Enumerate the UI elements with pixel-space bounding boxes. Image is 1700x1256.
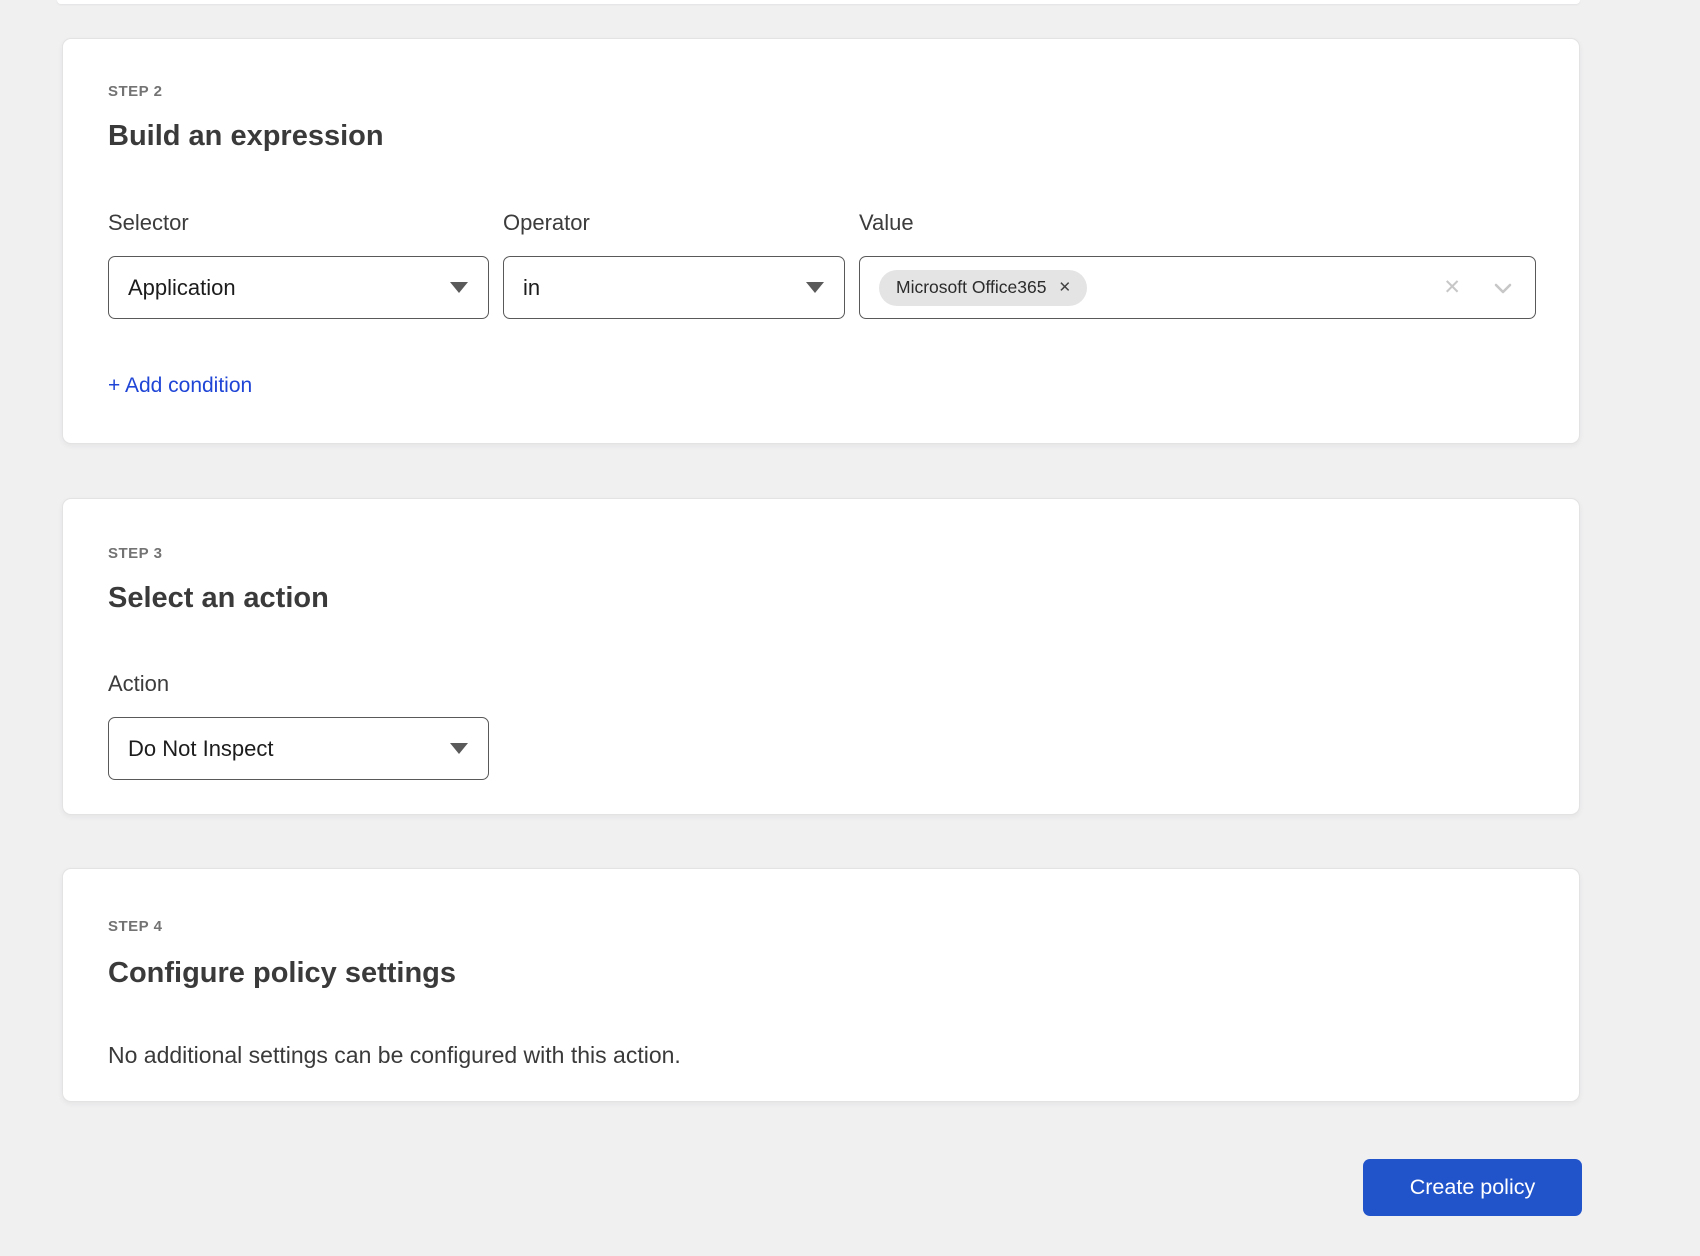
step2-card: STEP 2 Build an expression Selector Appl… [62, 38, 1580, 444]
value-field-label: Value [859, 210, 1536, 236]
selector-field-label: Selector [108, 210, 489, 236]
selector-dropdown[interactable]: Application [108, 256, 489, 319]
action-dropdown[interactable]: Do Not Inspect [108, 717, 489, 780]
step4-card: STEP 4 Configure policy settings No addi… [62, 868, 1580, 1102]
step2-label: STEP 2 [108, 83, 1534, 101]
step4-label: STEP 4 [108, 918, 1534, 936]
step3-card: STEP 3 Select an action Action Do Not In… [62, 498, 1580, 815]
dropdown-arrow-icon [450, 743, 468, 754]
step4-title: Configure policy settings [108, 956, 1534, 990]
operator-field: Operator in [503, 210, 845, 319]
tag-remove-icon[interactable]: ✕ [1058, 280, 1071, 295]
dropdown-arrow-icon [450, 282, 468, 293]
selector-dropdown-value: Application [128, 275, 236, 301]
operator-field-label: Operator [503, 210, 845, 236]
value-tag-text: Microsoft Office365 [896, 277, 1046, 298]
value-field: Value Microsoft Office365 ✕ ✕ [859, 210, 1536, 319]
action-field-label: Action [108, 671, 489, 697]
dropdown-arrow-icon [806, 282, 824, 293]
value-tag: Microsoft Office365 ✕ [879, 270, 1087, 306]
value-multiselect-input[interactable]: Microsoft Office365 ✕ ✕ [859, 256, 1536, 319]
clear-all-icon[interactable]: ✕ [1443, 277, 1461, 298]
multiselect-icons: ✕ [1443, 276, 1515, 300]
previous-card-bottom-edge [57, 0, 1580, 4]
no-settings-message: No additional settings can be configured… [108, 1042, 1534, 1069]
add-condition-link[interactable]: + Add condition [108, 374, 252, 398]
action-dropdown-value: Do Not Inspect [128, 736, 274, 762]
operator-dropdown[interactable]: in [503, 256, 845, 319]
selector-field: Selector Application [108, 210, 489, 319]
step2-title: Build an expression [108, 119, 1534, 153]
expression-fields-row: Selector Application Operator in Value M… [108, 210, 1536, 319]
step3-label: STEP 3 [108, 545, 1534, 563]
create-policy-button[interactable]: Create policy [1363, 1159, 1582, 1216]
action-field: Action Do Not Inspect [108, 671, 489, 780]
operator-dropdown-value: in [523, 275, 540, 301]
chevron-down-icon[interactable] [1491, 276, 1515, 300]
step3-title: Select an action [108, 581, 1534, 615]
